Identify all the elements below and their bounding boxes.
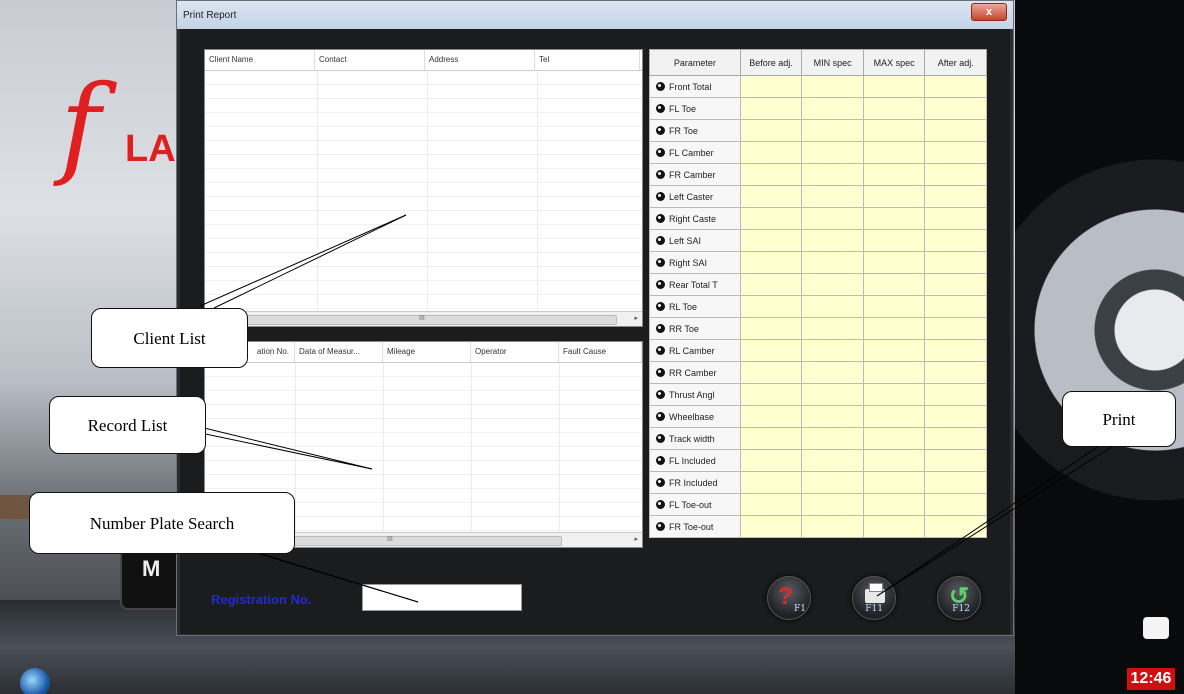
- callout-client-list: Client List: [91, 308, 248, 368]
- callout-record-list: Record List: [49, 396, 206, 454]
- callout-line: [213, 214, 407, 309]
- callout-line: [254, 551, 419, 603]
- callout-line: [876, 443, 1117, 597]
- callout-line: [876, 443, 1103, 597]
- callout-number-plate-search: Number Plate Search: [29, 492, 295, 554]
- callout-print: Print: [1062, 391, 1176, 447]
- callout-line: [195, 425, 373, 470]
- callout-line: [199, 214, 407, 307]
- callout-line: [195, 431, 373, 470]
